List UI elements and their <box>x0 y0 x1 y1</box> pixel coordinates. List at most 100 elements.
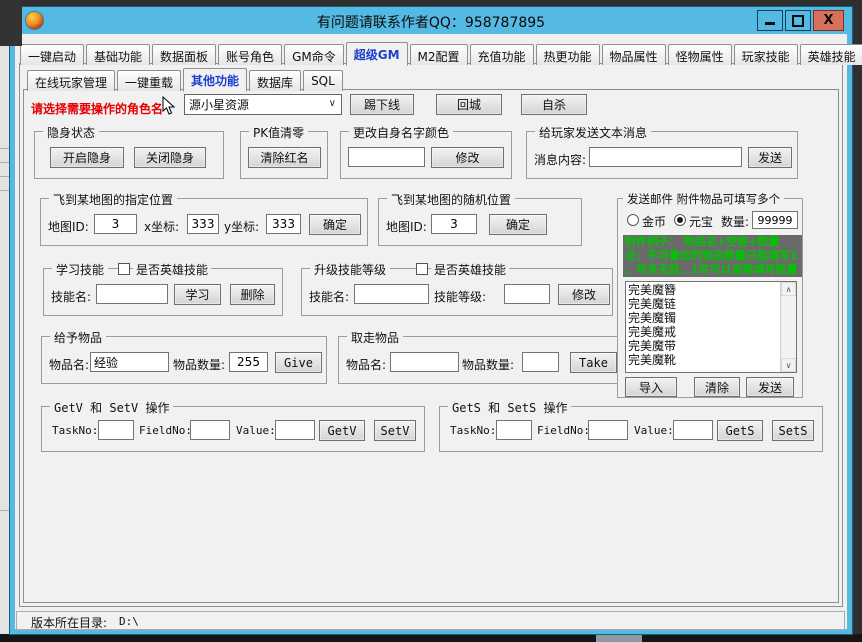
desktop: 有问题请联系作者QQ：958787895 X 一键启动 基础功能 数据面板 账号… <box>0 0 862 642</box>
gold-radio[interactable] <box>627 214 639 226</box>
message-content-input[interactable] <box>589 147 742 167</box>
tab-account-role[interactable]: 账号角色 <box>218 44 282 65</box>
fly-fixed-map-input[interactable] <box>94 214 137 234</box>
tab-gm-command[interactable]: GM命令 <box>284 44 344 65</box>
gets-button[interactable]: GetS <box>717 420 763 441</box>
getv-button[interactable]: GetV <box>319 420 365 441</box>
learn-skill-hero-checkbox[interactable] <box>118 263 130 275</box>
learn-skill-delete-button[interactable]: 删除 <box>230 284 275 305</box>
mail-clear-button[interactable]: 清除 <box>694 377 740 397</box>
fly-random-group: 飞到某地图的随机位置 地图ID: 确定 <box>378 198 582 246</box>
give-item-group: 给予物品 物品名: 物品数量: Give <box>41 336 327 384</box>
role-select-dropdown[interactable]: 源小星资源 ∨ <box>184 94 342 115</box>
tab-hero-skill[interactable]: 英雄技能 <box>800 44 862 65</box>
gets-value-label: Value: <box>634 424 674 437</box>
ingot-radio-label[interactable]: 元宝 <box>689 213 713 230</box>
stealth-on-button[interactable]: 开启隐身 <box>50 147 124 168</box>
learn-skill-name-input[interactable] <box>96 284 168 304</box>
send-mail-group: 发送邮件 附件物品可填写多个 金币 元宝 数量: 附件例子： 物品名+空格+数量… <box>617 198 803 398</box>
mail-import-button[interactable]: 导入 <box>625 377 677 397</box>
message-send-button[interactable]: 发送 <box>748 147 792 168</box>
upgrade-skill-level-input[interactable] <box>504 284 550 304</box>
give-item-button[interactable]: Give <box>275 352 322 373</box>
give-item-qty-label: 物品数量: <box>173 356 225 373</box>
learn-skill-hero-label[interactable]: 是否英雄技能 <box>133 261 211 278</box>
sub-tabstrip: 在线玩家管理 一键重载 其他功能 数据库 SQL <box>27 68 345 91</box>
return-city-button[interactable]: 回城 <box>436 94 502 115</box>
suicide-button[interactable]: 自杀 <box>521 94 587 115</box>
getv-fieldno-input[interactable] <box>190 420 230 440</box>
tab-reload[interactable]: 一键重载 <box>117 70 181 91</box>
tab-data-panel[interactable]: 数据面板 <box>152 44 216 65</box>
give-item-name-input[interactable] <box>90 352 169 372</box>
name-color-input[interactable] <box>348 147 425 167</box>
tab-basic[interactable]: 基础功能 <box>86 44 150 65</box>
tab-recharge[interactable]: 充值功能 <box>470 44 534 65</box>
minimize-button[interactable] <box>757 10 783 31</box>
mail-items-listbox[interactable]: 完美魔簪 完美魔链 完美魔镯 完美魔戒 完美魔带 完美魔靴 ∧ ∨ <box>625 281 797 373</box>
ingot-radio[interactable] <box>674 214 686 226</box>
fly-fixed-y-input[interactable] <box>266 214 301 234</box>
mail-item[interactable]: 完美魔镯 <box>628 311 780 325</box>
mail-item[interactable]: 完美魔链 <box>628 297 780 311</box>
stealth-off-button[interactable]: 关闭隐身 <box>134 147 206 168</box>
gets-taskno-input[interactable] <box>496 420 532 440</box>
scroll-up-icon[interactable]: ∧ <box>781 282 796 296</box>
tab-player-skill[interactable]: 玩家技能 <box>734 44 798 65</box>
tab-quick-start[interactable]: 一键启动 <box>20 44 84 65</box>
mail-send-button[interactable]: 发送 <box>746 377 794 397</box>
mail-item[interactable]: 完美魔带 <box>628 339 780 353</box>
tab-hot-update[interactable]: 热更功能 <box>536 44 600 65</box>
upgrade-skill-modify-button[interactable]: 修改 <box>558 284 610 305</box>
statusbar: 版本所在目录: D:\ <box>16 611 845 630</box>
upgrade-skill-name-input[interactable] <box>354 284 429 304</box>
scroll-down-icon[interactable]: ∨ <box>781 358 796 372</box>
mail-qty-input[interactable] <box>752 211 798 229</box>
getv-setv-group-title: GetV 和 SetV 操作 <box>50 399 173 416</box>
upgrade-skill-group: 升级技能等级 是否英雄技能 技能名: 技能等级: 修改 <box>301 268 613 316</box>
tab-super-gm[interactable]: 超级GM <box>346 42 408 66</box>
titlebar[interactable]: 有问题请联系作者QQ：958787895 X <box>10 7 852 34</box>
mail-item[interactable]: 完美魔靴 <box>628 353 780 367</box>
getv-taskno-input[interactable] <box>98 420 134 440</box>
tab-database[interactable]: 数据库 <box>249 70 301 91</box>
pk-clear-group-title: PK值清零 <box>249 124 308 141</box>
setv-button[interactable]: SetV <box>374 420 416 441</box>
tab-other-functions[interactable]: 其他功能 <box>183 68 247 92</box>
name-color-modify-button[interactable]: 修改 <box>431 147 504 168</box>
maximize-icon <box>792 15 804 27</box>
tab-monster-attr[interactable]: 怪物属性 <box>668 44 732 65</box>
fly-fixed-ok-button[interactable]: 确定 <box>309 214 361 235</box>
tab-m2-config[interactable]: M2配置 <box>410 44 468 65</box>
tab-sql[interactable]: SQL <box>303 70 343 91</box>
taskbar-item[interactable] <box>596 634 642 642</box>
gets-fieldno-input[interactable] <box>588 420 628 440</box>
mail-list-scrollbar[interactable]: ∧ ∨ <box>780 282 796 372</box>
gold-radio-label[interactable]: 金币 <box>642 213 666 230</box>
divider <box>0 162 10 163</box>
mail-hint-box: 附件例子： 物品名+空格+数量 注：不可叠加的物品数量只能填写1 ，写多无效，1… <box>623 235 802 277</box>
kick-offline-button[interactable]: 踢下线 <box>350 94 414 115</box>
fly-fixed-x-input[interactable] <box>187 214 219 234</box>
learn-skill-learn-button[interactable]: 学习 <box>174 284 221 305</box>
close-button[interactable]: X <box>813 10 844 31</box>
upgrade-skill-hero-checkbox[interactable] <box>416 263 428 275</box>
fly-random-map-input[interactable] <box>431 214 477 234</box>
upgrade-skill-hero-label[interactable]: 是否英雄技能 <box>431 261 509 278</box>
take-item-name-input[interactable] <box>390 352 459 372</box>
tab-item-attr[interactable]: 物品属性 <box>602 44 666 65</box>
tab-online-players[interactable]: 在线玩家管理 <box>27 70 115 91</box>
maximize-button[interactable] <box>785 10 811 31</box>
learn-skill-group-title: 学习技能 <box>52 261 108 278</box>
fly-random-ok-button[interactable]: 确定 <box>489 214 547 235</box>
clear-red-name-button[interactable]: 清除红名 <box>248 147 321 168</box>
getv-value-input[interactable] <box>275 420 315 440</box>
mail-item[interactable]: 完美魔戒 <box>628 325 780 339</box>
take-item-button[interactable]: Take <box>570 352 617 373</box>
take-item-qty-input[interactable] <box>522 352 559 372</box>
mail-item[interactable]: 完美魔簪 <box>628 283 780 297</box>
sets-button[interactable]: SetS <box>772 420 814 441</box>
give-item-qty-input[interactable] <box>229 352 268 372</box>
gets-value-input[interactable] <box>673 420 713 440</box>
client-area: 一键启动 基础功能 数据面板 账号角色 GM命令 超级GM M2配置 充值功能 … <box>15 34 847 629</box>
